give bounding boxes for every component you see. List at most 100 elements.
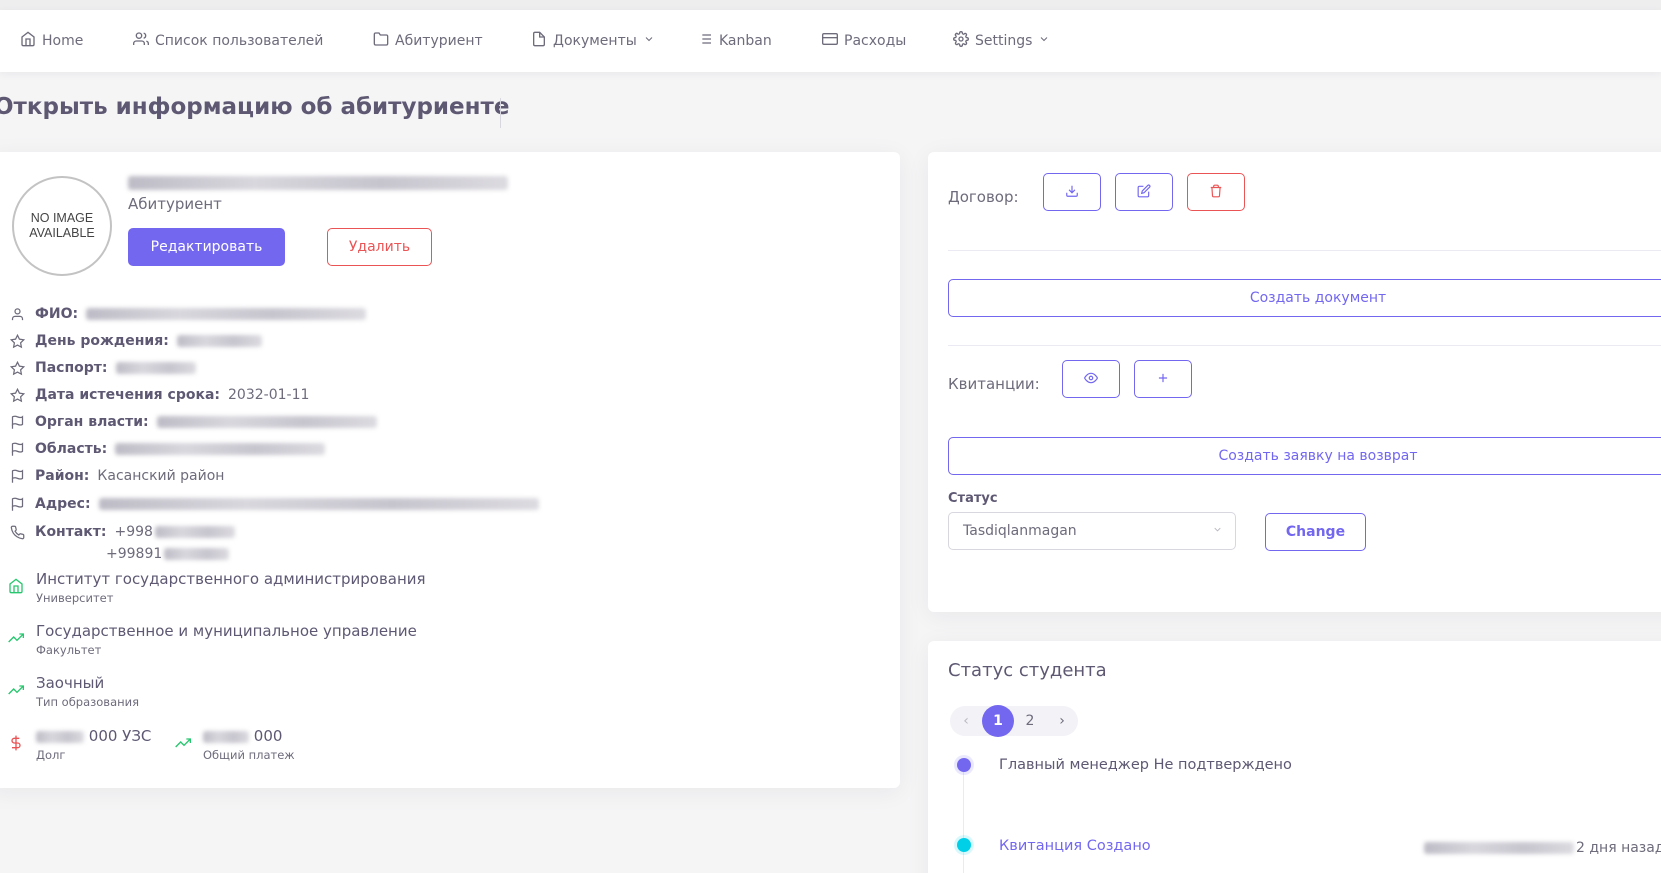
list-icon [697,31,713,51]
add-receipt-button[interactable] [1134,360,1192,398]
star-icon [10,333,25,349]
field-label: Адрес: [35,496,91,512]
timeline-event-2-time: 2 дня назад [1576,840,1661,856]
status-select-value: Tasdiqlanmagan [963,523,1077,539]
debt-label: Долг [36,748,66,762]
divider [948,345,1661,346]
contact-phone-1: +998 [114,524,153,540]
timeline-line [963,770,964,873]
flag-icon [10,441,25,457]
credit-card-icon [822,31,838,51]
star-icon [10,360,25,376]
field-contact: Контакт: +998 [10,524,235,540]
chevron-down-icon [643,33,655,49]
field-value-redacted [154,526,235,538]
flag-icon [10,496,25,512]
home-icon [8,578,24,594]
debt-value: 000 УЗС [88,727,152,745]
download-contract-button[interactable] [1043,173,1101,211]
field-authority: Орган власти: [10,414,377,430]
gear-icon [953,31,969,51]
university-name: Институт государственного администрирова… [36,570,426,588]
field-value-redacted [176,335,262,347]
chevron-down-icon [1038,33,1050,49]
field-address: Адрес: [10,496,539,512]
nav-kanban-label: Kanban [719,33,772,49]
university-label: Университет [36,591,114,605]
change-status-button[interactable]: Change [1265,513,1366,551]
education-type-value: Заочный [36,674,105,692]
divider [948,250,1661,251]
education-type-label: Тип образования [36,695,140,709]
nav-home-label: Home [42,33,84,49]
view-receipts-button[interactable] [1062,360,1120,398]
edit-icon [1137,183,1151,202]
field-label: Область: [35,441,108,457]
flag-icon [10,468,25,484]
file-icon [531,31,547,51]
edit-contract-button[interactable] [1115,173,1173,211]
trash-icon [1209,183,1223,202]
pagination-page-1[interactable]: 1 [982,705,1014,737]
info-faculty: Государственное и муниципальное управлен… [8,622,417,657]
edit-button[interactable]: Редактировать [128,228,285,266]
total-amount-redacted [203,730,249,743]
field-passport: Паспорт: [10,360,196,376]
trending-up-icon [8,630,24,646]
nav-home[interactable]: Home [20,10,83,72]
pagination-prev[interactable]: ‹ [950,713,982,729]
pagination-page-2[interactable]: 2 [1014,713,1046,729]
field-label: Паспорт: [35,360,108,376]
status-label: Статус [948,491,998,506]
nav-users[interactable]: Список пользователей [133,10,323,72]
top-strip [0,0,1661,10]
nav-expenses-label: Расходы [844,33,907,49]
timeline-event-2: Квитанция Создано [999,838,1151,854]
avatar-placeholder-text: NO IMAGE AVAILABLE [29,211,95,240]
home-icon [20,31,36,51]
status-select[interactable]: Tasdiqlanmagan [948,512,1236,550]
timeline-author-redacted [1424,842,1574,854]
field-label: Контакт: [35,524,107,540]
field-expiry: Дата истечения срока: 2032-01-11 [10,387,309,403]
delete-contract-button[interactable] [1187,173,1245,211]
nav-expenses[interactable]: Расходы [822,10,906,72]
pagination-next[interactable]: › [1046,713,1078,729]
field-value-redacted [115,362,196,374]
field-district: Район: Касанский район [10,468,224,484]
info-debt: 000 УЗС Долг [8,727,151,762]
field-value-redacted [164,548,230,560]
faculty-name: Государственное и муниципальное управлен… [36,622,417,640]
info-education-type: Заочный Тип образования [8,674,139,709]
field-value-redacted [115,443,326,455]
timeline-dot [957,838,971,852]
flag-icon [10,414,25,430]
student-status-title: Статус студента [948,660,1107,681]
info-total-payment: 000 Общий платеж [175,727,295,762]
nav-documents[interactable]: Документы [531,10,655,72]
info-university: Институт государственного администрирова… [8,570,426,605]
field-label: ФИО: [35,306,79,322]
create-document-button[interactable]: Создать документ [948,279,1661,317]
nav-kanban[interactable]: Kanban [697,10,772,72]
applicant-name-redacted [128,176,508,190]
debt-amount-redacted [36,730,84,743]
receipts-label: Квитанции: [948,375,1040,393]
contact-phone-2: +99891 [106,546,163,562]
nav-applicant[interactable]: Абитуриент [373,10,483,72]
field-region: Область: [10,441,326,457]
total-label: Общий платеж [203,748,295,762]
create-refund-button[interactable]: Создать заявку на возврат [948,437,1661,475]
field-value-redacted [156,416,377,428]
applicant-role: Абитуриент [128,195,222,213]
pagination: ‹ 1 2 › [950,705,1078,737]
nav-settings[interactable]: Settings [953,10,1050,72]
top-navbar: Home Список пользователей Абитуриент Док… [0,10,1661,72]
delete-button[interactable]: Удалить [327,228,432,266]
star-icon [10,387,25,403]
trending-up-icon [175,735,191,751]
eye-icon [1083,370,1099,389]
field-value-redacted [86,308,367,320]
user-icon [10,307,25,322]
nav-applicant-label: Абитуриент [395,33,483,49]
